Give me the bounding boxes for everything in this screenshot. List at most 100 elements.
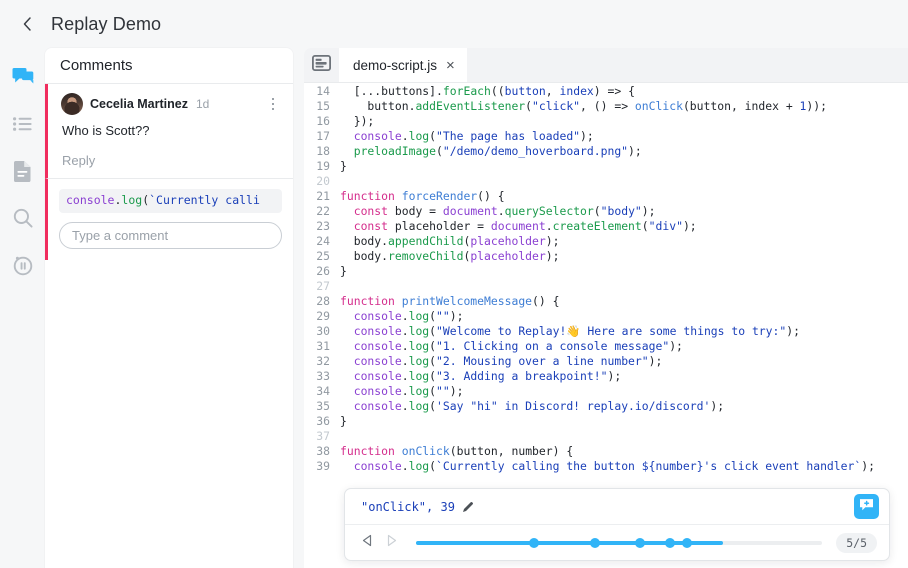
hit-marker[interactable] <box>529 537 540 548</box>
hit-marker[interactable] <box>635 537 646 548</box>
code-token: ]. <box>429 84 443 98</box>
code-line[interactable]: 36} <box>304 414 908 429</box>
code-token: 'Say "hi" in Discord! replay.io/discord' <box>436 399 711 413</box>
line-number[interactable]: 33 <box>304 369 337 384</box>
code-token: button <box>340 99 409 113</box>
sidebar-item-recording[interactable] <box>6 249 40 281</box>
toggle-source-list-button[interactable] <box>304 48 339 82</box>
line-content: function printWelcomeMessage() { <box>337 294 559 309</box>
sidebar-item-search[interactable] <box>6 202 40 234</box>
line-number[interactable]: 18 <box>304 144 337 159</box>
code-token: ( <box>682 99 690 113</box>
line-number[interactable]: 22 <box>304 204 337 219</box>
line-number[interactable]: 34 <box>304 384 337 399</box>
line-number[interactable]: 37 <box>304 429 337 444</box>
code-token: button <box>689 99 731 113</box>
line-number[interactable]: 19 <box>304 159 337 174</box>
code-line[interactable]: 22 const body = document.querySelector("… <box>304 204 908 219</box>
code-line[interactable]: 38 function onClick(button, number) { <box>304 444 908 459</box>
line-number[interactable]: 30 <box>304 324 337 339</box>
line-number[interactable]: 28 <box>304 294 337 309</box>
code-line[interactable]: 32 console.log("2. Mousing over a line n… <box>304 354 908 369</box>
line-number[interactable]: 39 <box>304 459 337 474</box>
code-token: onClick <box>401 444 450 458</box>
sidebar-item-source[interactable] <box>6 155 40 187</box>
line-number[interactable]: 20 <box>304 174 337 189</box>
kebab-menu-icon[interactable] <box>265 95 281 113</box>
code-line[interactable]: 28 function printWelcomeMessage() { <box>304 294 908 309</box>
line-number[interactable]: 16 <box>304 114 337 129</box>
code-line[interactable]: 30 console.log("Welcome to Replay!👋 Here… <box>304 324 908 339</box>
line-number[interactable]: 38 <box>304 444 337 459</box>
hit-marker[interactable] <box>665 537 676 548</box>
line-number[interactable]: 25 <box>304 249 337 264</box>
line-number[interactable]: 26 <box>304 264 337 279</box>
hit-timeline-track[interactable] <box>416 535 823 551</box>
code-token: ); <box>545 234 560 248</box>
code-line[interactable]: 24 body.appendChild(placeholder); <box>304 234 908 249</box>
line-content: [...buttons].forEach((button, index) => … <box>337 84 635 99</box>
code-token: ); <box>449 309 464 323</box>
reply-button[interactable]: Reply <box>62 153 281 168</box>
pause-record-icon <box>12 254 34 276</box>
code-line[interactable]: 20 <box>304 174 908 189</box>
line-number[interactable]: 32 <box>304 354 337 369</box>
code-token: printWelcomeMessage <box>401 294 533 308</box>
line-number[interactable]: 15 <box>304 99 337 114</box>
code-token: () { <box>532 294 560 308</box>
line-number[interactable]: 23 <box>304 219 337 234</box>
code-line[interactable]: 26} <box>304 264 908 279</box>
line-number[interactable]: 35 <box>304 399 337 414</box>
code-line[interactable]: 16 }); <box>304 114 908 129</box>
code-token: log <box>408 324 430 338</box>
comment-input[interactable] <box>59 221 282 249</box>
code-line[interactable]: 17 console.log("The page has loaded"); <box>304 129 908 144</box>
code-line[interactable]: 33 console.log("3. Adding a breakpoint!"… <box>304 369 908 384</box>
line-number[interactable]: 17 <box>304 129 337 144</box>
back-button[interactable] <box>14 11 40 37</box>
pencil-icon[interactable] <box>462 501 474 513</box>
sidebar-item-events[interactable] <box>6 108 40 140</box>
line-number[interactable]: 21 <box>304 189 337 204</box>
line-number[interactable]: 24 <box>304 234 337 249</box>
code-line[interactable]: 15 button.addEventListener("click", () =… <box>304 99 908 114</box>
code-token: ( <box>429 339 437 353</box>
add-comment-button[interactable] <box>854 494 879 519</box>
line-number[interactable]: 31 <box>304 339 337 354</box>
code-line[interactable]: 27 <box>304 279 908 294</box>
tab-demo-script-js[interactable]: demo-script.js × <box>339 48 467 82</box>
code-line[interactable]: 14 [...buttons].forEach((button, index) … <box>304 84 908 99</box>
code-line[interactable]: 35 console.log('Say "hi" in Discord! rep… <box>304 399 908 414</box>
hit-marker[interactable] <box>590 537 601 548</box>
code-line[interactable]: 19} <box>304 159 908 174</box>
code-line[interactable]: 37 <box>304 429 908 444</box>
code-token: . <box>401 384 409 398</box>
next-hit-button[interactable] <box>383 534 400 551</box>
code-line[interactable]: 21 function forceRender() { <box>304 189 908 204</box>
code-token: ); <box>628 144 642 158</box>
code-line[interactable]: 23 const placeholder = document.createEl… <box>304 219 908 234</box>
code-line[interactable]: 18 preloadImage("/demo/demo_hoverboard.p… <box>304 144 908 159</box>
line-content: console.log("Welcome to Replay!👋 Here ar… <box>337 324 800 339</box>
line-number[interactable]: 36 <box>304 414 337 429</box>
code-line[interactable]: 39 console.log(`Currently calling the bu… <box>304 459 908 474</box>
line-number[interactable]: 27 <box>304 279 337 294</box>
comment-thread[interactable]: Cecelia Martinez 1d Who is Scott?? Reply <box>45 84 293 178</box>
prev-hit-button[interactable] <box>359 534 376 551</box>
sidebar-item-comments[interactable] <box>6 61 40 93</box>
close-icon[interactable]: × <box>446 58 455 73</box>
hit-marker[interactable] <box>682 537 693 548</box>
code-line[interactable]: 29 console.log(""); <box>304 309 908 324</box>
comments-panel: Comments Cecelia Martinez 1d Who is Scot… <box>45 48 293 568</box>
code-line[interactable]: 31 console.log("1. Clicking on a console… <box>304 339 908 354</box>
line-number[interactable]: 29 <box>304 309 337 324</box>
code-line[interactable]: 25 body.removeChild(placeholder); <box>304 249 908 264</box>
code-line[interactable]: 34 console.log(""); <box>304 384 908 399</box>
code-token: . <box>545 219 553 233</box>
line-number[interactable]: 14 <box>304 84 337 99</box>
comments-panel-title: Comments <box>45 48 293 84</box>
line-content: function forceRender() { <box>337 189 505 204</box>
code-token: . <box>401 354 409 368</box>
line-content: button.addEventListener("click", () => o… <box>337 99 827 114</box>
